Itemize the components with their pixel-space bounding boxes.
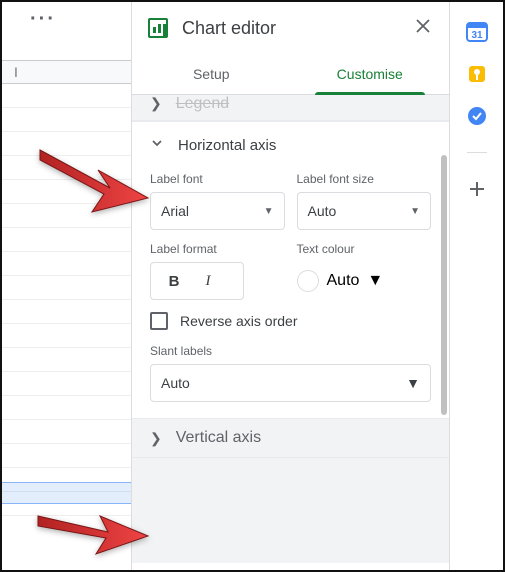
slant-labels-select[interactable]: Auto ▼ (150, 364, 431, 402)
chart-icon (148, 18, 168, 38)
label-font-value: Arial (161, 203, 189, 219)
overflow-menu-button[interactable]: ··· (30, 8, 56, 31)
label-format-group: B I (150, 262, 244, 300)
section-legend-label: Legend (176, 95, 229, 113)
close-icon (415, 18, 431, 34)
svg-text:31: 31 (471, 30, 483, 41)
section-horizontal-axis: Horizontal axis Label font Arial ▼ Label… (132, 121, 449, 419)
chevron-right-icon: ❯ (150, 430, 162, 447)
text-colour-select[interactable]: Auto ▼ (297, 262, 432, 300)
slant-labels-label: Slant labels (150, 344, 431, 358)
caret-down-icon: ▼ (406, 375, 420, 391)
bold-button[interactable]: B (157, 273, 191, 290)
add-addons-button[interactable] (467, 179, 487, 199)
rail-divider (467, 152, 487, 153)
calendar-icon[interactable]: 31 (466, 20, 488, 42)
label-font-size-value: Auto (308, 203, 337, 219)
keep-icon[interactable] (467, 64, 487, 84)
section-horizontal-axis-header[interactable]: Horizontal axis (132, 122, 449, 168)
label-font-size-label: Label font size (297, 172, 432, 186)
chevron-down-icon (150, 136, 164, 154)
text-colour-label: Text colour (297, 242, 432, 256)
side-rail: 31 (449, 2, 503, 570)
caret-down-icon: ▼ (410, 206, 420, 217)
label-font-select[interactable]: Arial ▼ (150, 192, 285, 230)
reverse-axis-label: Reverse axis order (180, 313, 298, 329)
reverse-axis-checkbox[interactable] (150, 312, 168, 330)
italic-button[interactable]: I (191, 273, 225, 290)
label-font-label: Label font (150, 172, 285, 186)
tabs: Setup Customise (132, 54, 449, 95)
chevron-right-icon: ❯ (150, 95, 162, 112)
caret-down-icon: ▼ (264, 206, 274, 217)
section-vertical-axis-title: Vertical axis (176, 429, 261, 447)
panel-header: Chart editor (132, 2, 449, 54)
colour-swatch (297, 270, 319, 292)
text-colour-value: Auto (327, 272, 360, 290)
slant-labels-value: Auto (161, 375, 190, 391)
tab-setup[interactable]: Setup (132, 54, 291, 94)
label-format-label: Label format (150, 242, 285, 256)
label-font-size-select[interactable]: Auto ▼ (297, 192, 432, 230)
section-vertical-axis-collapsed[interactable]: ❯ Vertical axis (132, 419, 449, 458)
tab-customise[interactable]: Customise (291, 54, 450, 94)
column-label-i: I (14, 64, 18, 80)
caret-down-icon: ▼ (367, 272, 383, 290)
annotation-arrow-bottom (30, 494, 150, 569)
reverse-axis-row[interactable]: Reverse axis order (150, 312, 431, 330)
panel-title: Chart editor (182, 18, 411, 39)
scrollbar[interactable] (441, 155, 447, 415)
close-button[interactable] (411, 13, 435, 44)
section-legend-collapsed[interactable]: ❯ Legend (132, 95, 449, 121)
customise-scroll-area: ❯ Legend Horizontal axis Label font Aria… (132, 95, 449, 563)
section-horizontal-axis-title: Horizontal axis (178, 137, 276, 154)
column-header[interactable]: I (2, 60, 131, 84)
chart-editor-panel: Chart editor Setup Customise ❯ Legend Ho… (132, 2, 449, 570)
tasks-icon[interactable] (467, 106, 487, 126)
spreadsheet-background: ··· I (2, 2, 132, 570)
annotation-arrow-top (30, 140, 150, 225)
